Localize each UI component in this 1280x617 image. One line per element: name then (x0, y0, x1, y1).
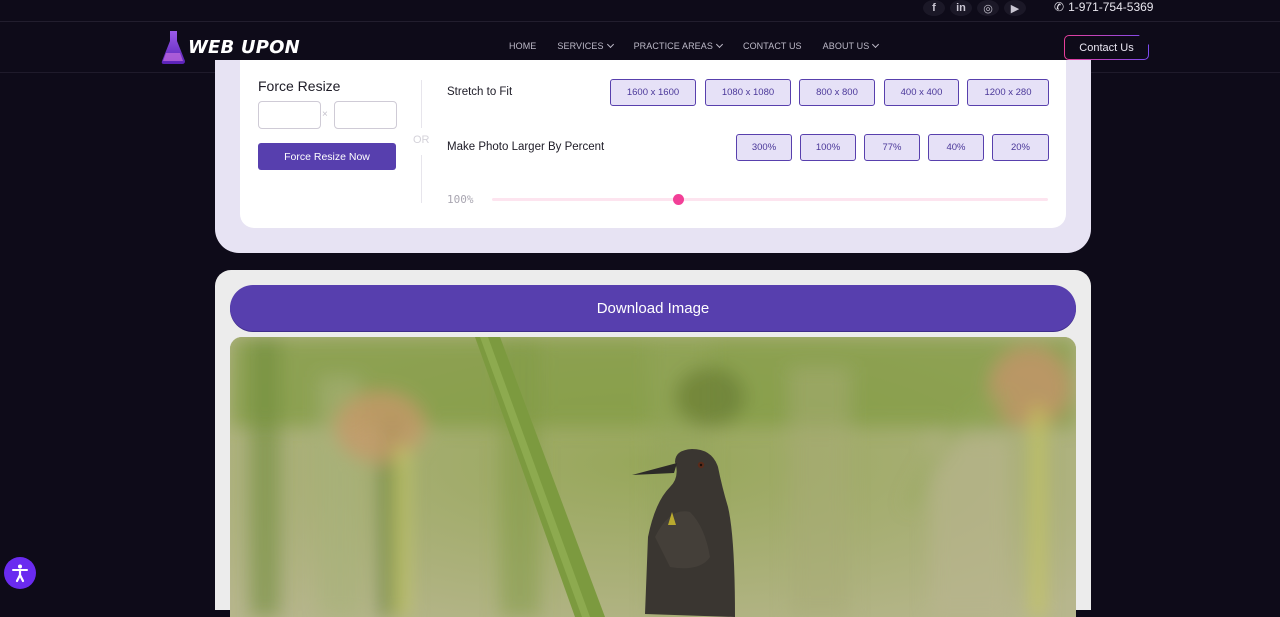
resize-panel: Force Resize × Force Resize Now OR Stret… (215, 60, 1091, 253)
larger-by-percent-label: Make Photo Larger By Percent (447, 141, 605, 153)
percent-option-button[interactable]: 40% (928, 134, 984, 161)
percent-option-button[interactable]: 100% (800, 134, 856, 161)
nav-practice-areas[interactable]: PRACTICE AREAS (633, 40, 724, 51)
divider-top (421, 80, 422, 128)
nav-home-label: HOME (509, 41, 537, 51)
percent-option-button[interactable]: 77% (864, 134, 920, 161)
flask-logo-icon (161, 31, 185, 64)
bird-photo (230, 337, 1076, 617)
nav-about-us[interactable]: ABOUT US (822, 40, 880, 51)
nav-contact-us[interactable]: CONTACT US (743, 41, 802, 51)
top-bar: f in ◎ ▶ ✆ 1-971-754-5369 (0, 0, 1280, 22)
chevron-down-icon (606, 40, 614, 49)
stretch-option-button[interactable]: 1200 x 280 (967, 79, 1049, 106)
instagram-icon[interactable]: ◎ (977, 0, 999, 16)
height-input[interactable] (334, 101, 397, 129)
accessibility-button[interactable] (4, 557, 36, 589)
nav-services-label: SERVICES (557, 41, 604, 51)
stretch-option-button[interactable]: 400 x 400 (884, 79, 959, 106)
times-symbol: × (322, 109, 328, 120)
divider-bottom (421, 155, 422, 203)
stretch-option-button[interactable]: 1080 x 1080 (705, 79, 791, 106)
phone-number: 1-971-754-5369 (1068, 0, 1154, 14)
nav-practice-areas-label: PRACTICE AREAS (633, 41, 713, 51)
linkedin-icon[interactable]: in (950, 0, 972, 16)
percent-option-button[interactable]: 20% (992, 134, 1049, 161)
nav-services[interactable]: SERVICES (557, 40, 614, 51)
chevron-down-icon (872, 40, 880, 49)
result-image (230, 337, 1076, 617)
facebook-icon[interactable]: f (923, 0, 945, 16)
chevron-down-icon (715, 40, 724, 49)
phone-link[interactable]: ✆ 1-971-754-5369 (1054, 0, 1153, 14)
stretch-option-button[interactable]: 800 x 800 (799, 79, 875, 106)
stretch-to-fit-label: Stretch to Fit (447, 86, 513, 98)
accessibility-icon (12, 564, 28, 583)
force-resize-button[interactable]: Force Resize Now (258, 143, 396, 170)
resize-card: Force Resize × Force Resize Now OR Stret… (240, 60, 1066, 228)
main-nav: HOME SERVICES PRACTICE AREAS CONTACT US … (509, 40, 899, 51)
download-image-button[interactable]: Download Image (230, 285, 1076, 331)
nav-about-us-label: ABOUT US (822, 41, 870, 51)
nav-home[interactable]: HOME (509, 41, 536, 51)
stretch-option-button[interactable]: 1600 x 1600 (610, 79, 696, 106)
phone-icon: ✆ (1054, 0, 1065, 14)
force-resize-title: Force Resize (258, 78, 341, 94)
slider-value: 100% (447, 193, 474, 206)
result-panel: Download Image (215, 270, 1091, 617)
width-input[interactable] (258, 101, 321, 129)
slider-thumb[interactable] (673, 194, 685, 205)
youtube-icon[interactable]: ▶ (1004, 0, 1026, 16)
nav-contact-us-label: CONTACT US (742, 41, 802, 51)
percent-option-button[interactable]: 300% (736, 134, 792, 161)
logo-text: WEB UPON (188, 36, 300, 58)
or-label: OR (413, 134, 430, 146)
scale-slider[interactable] (492, 194, 1048, 205)
contact-us-button[interactable]: Contact Us (1064, 35, 1149, 60)
